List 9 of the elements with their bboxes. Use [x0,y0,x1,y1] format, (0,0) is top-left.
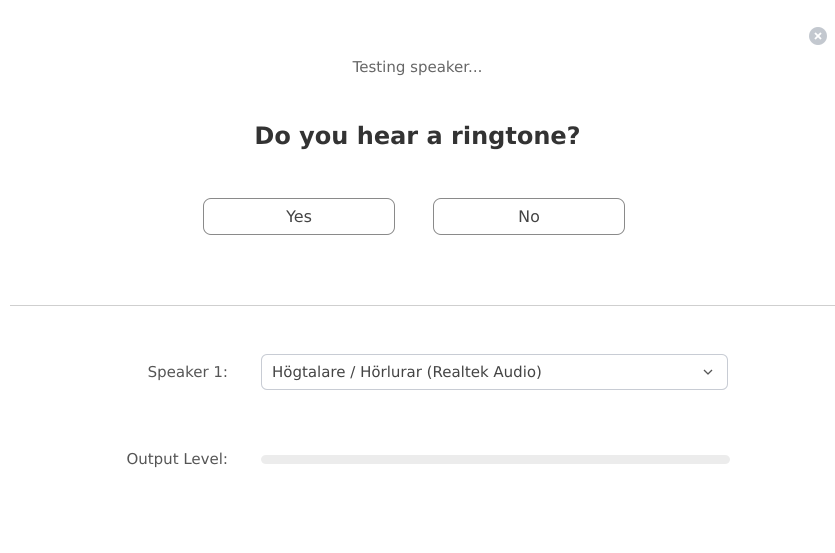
speaker-dropdown[interactable]: Högtalare / Hörlurar (Realtek Audio) [261,354,728,390]
speaker-label: Speaker 1: [146,363,228,381]
answer-button[interactable]: No [433,198,625,235]
chevron-down-icon [703,369,713,375]
output-level-label: Output Level: [125,450,228,468]
close-icon[interactable] [809,27,827,45]
question-heading: Do you hear a ringtone? [253,122,582,152]
answer-button[interactable]: Yes [203,198,395,235]
status-text: Testing speaker... [352,58,484,78]
